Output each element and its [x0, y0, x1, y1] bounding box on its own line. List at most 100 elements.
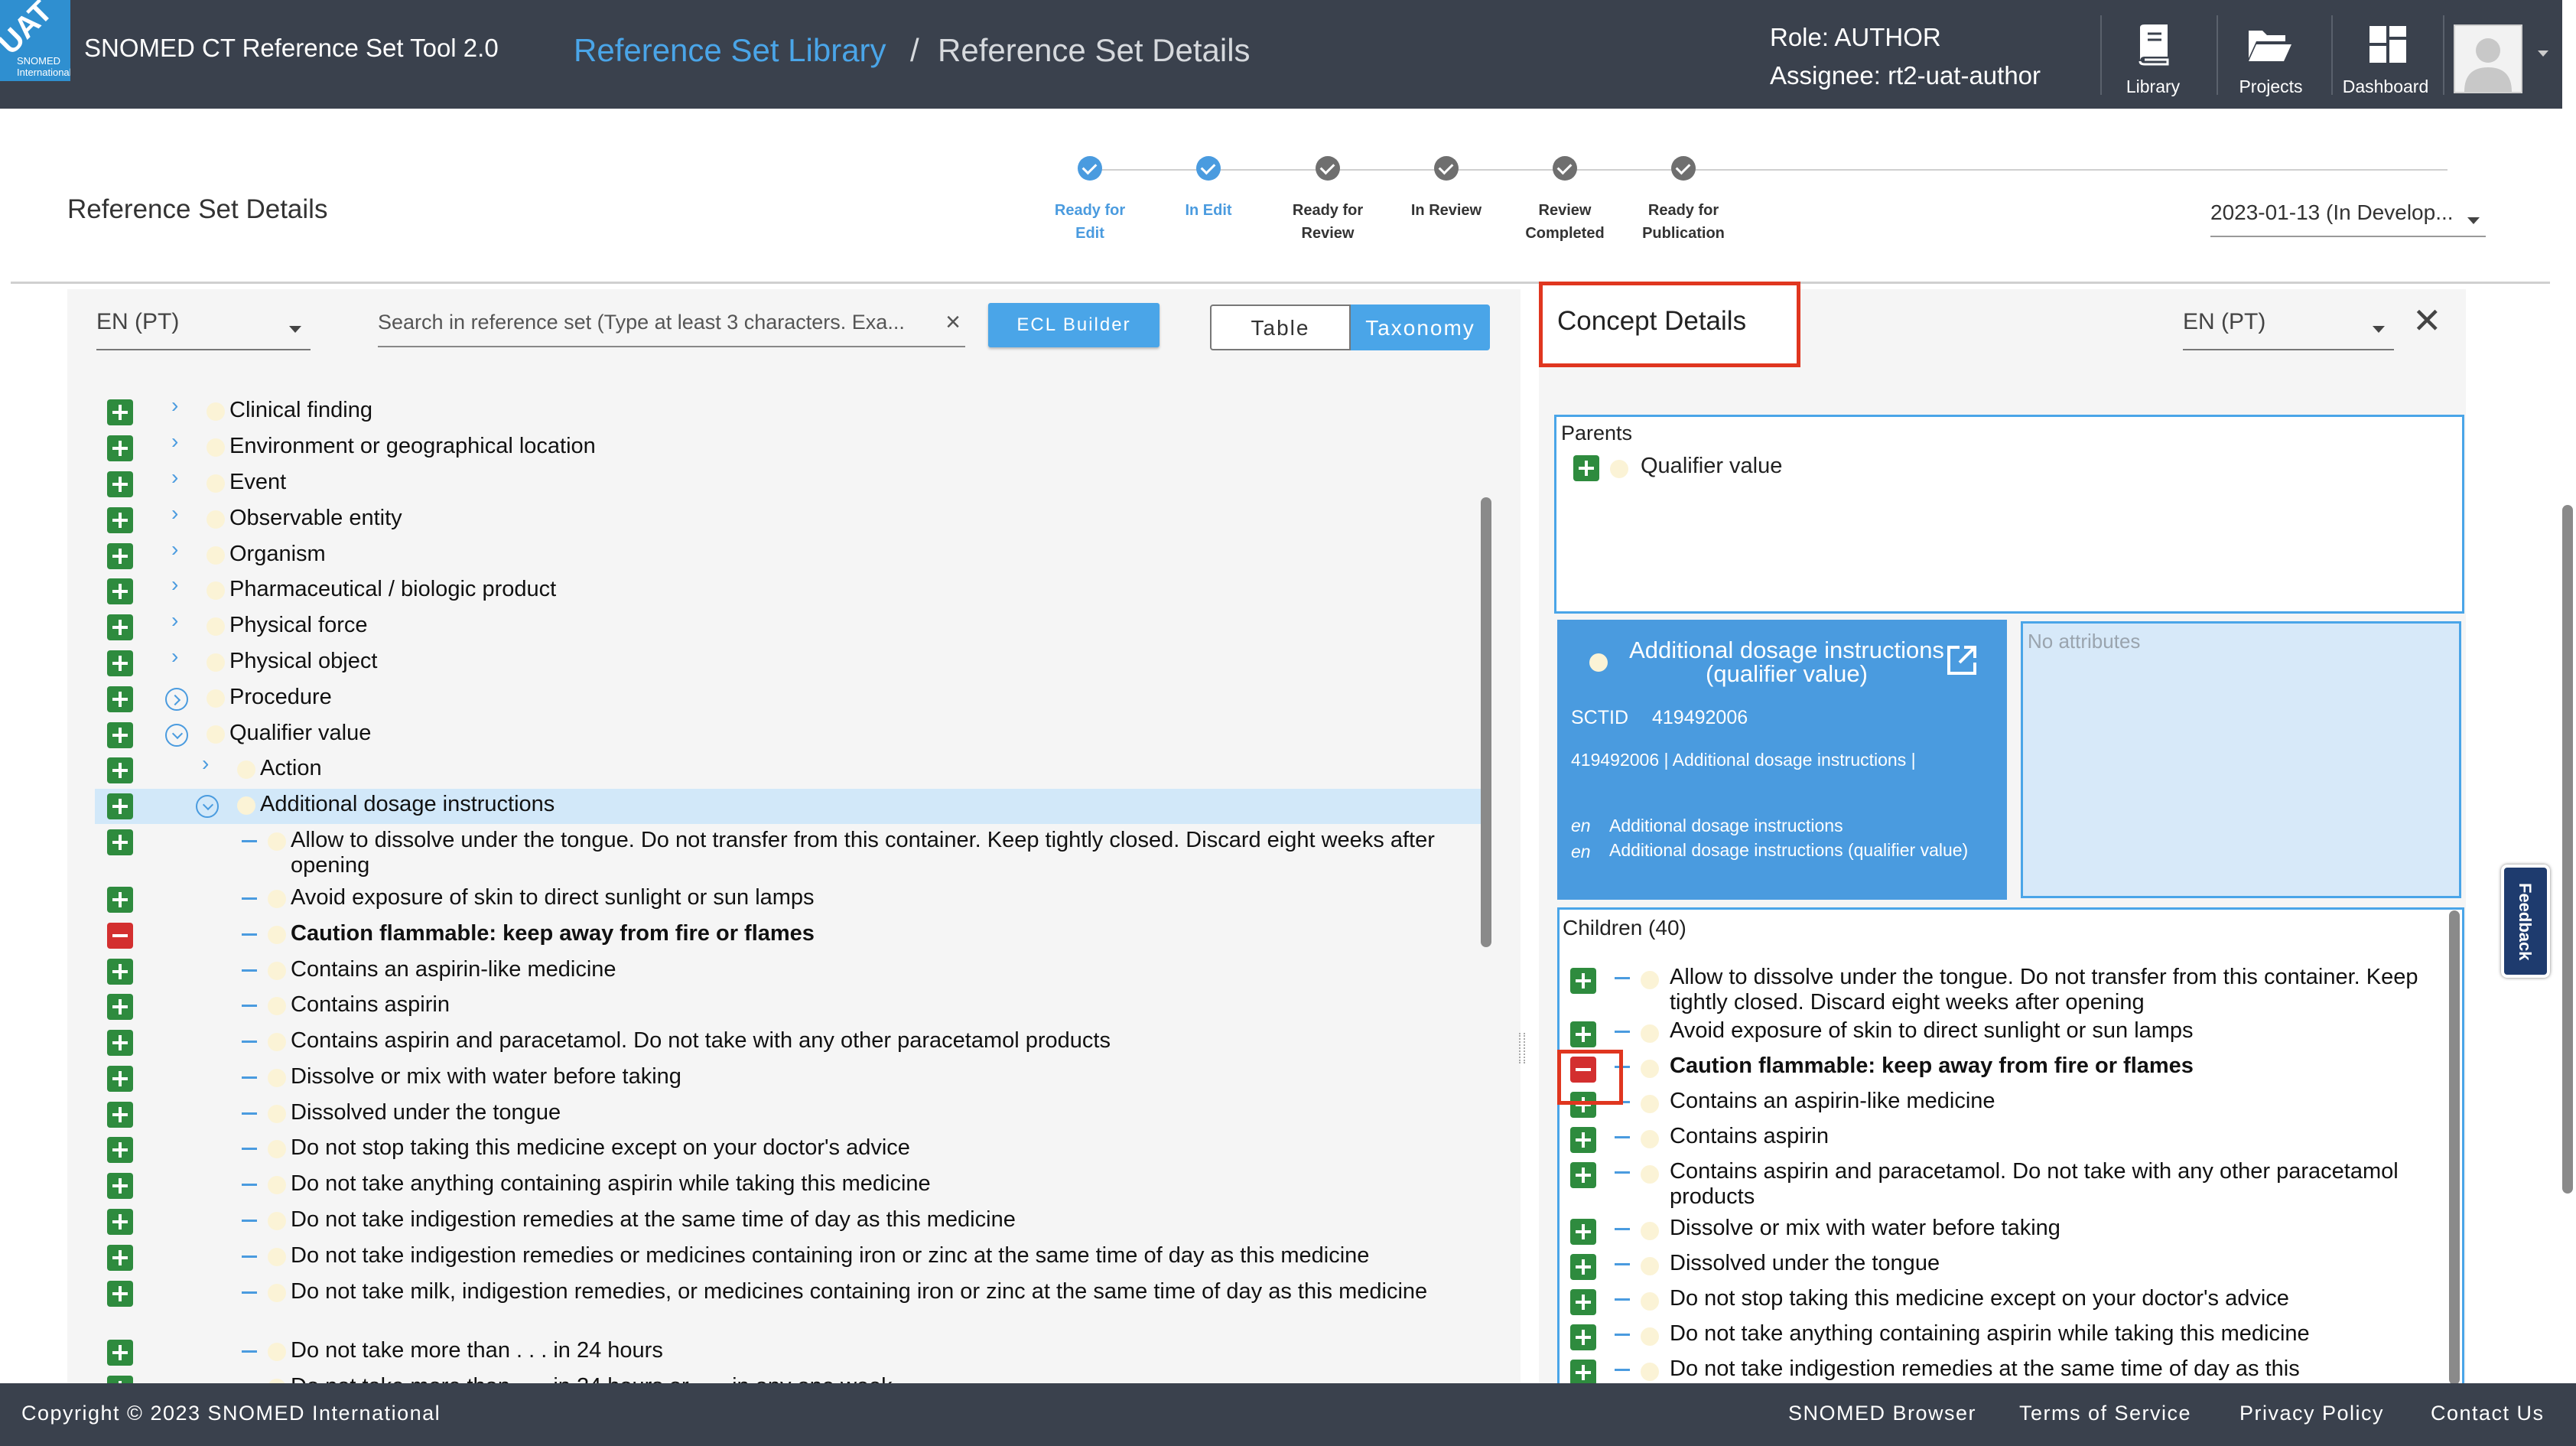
tree-row[interactable]: Do not take indigestion remedies or medi… [95, 1240, 1482, 1275]
tree-row[interactable]: Contains an aspirin-like medicine [95, 954, 1482, 989]
child-row[interactable]: Avoid exposure of skin to direct sunligh… [1560, 1017, 2447, 1050]
chevron-right-icon[interactable]: › [171, 537, 178, 562]
chevron-right-icon[interactable]: › [171, 644, 178, 669]
tree-row[interactable]: Do not take milk, indigestion remedies, … [95, 1276, 1482, 1333]
concept-label[interactable]: Dissolved under the tongue [291, 1100, 561, 1125]
add-icon[interactable] [107, 959, 133, 985]
add-icon[interactable] [107, 757, 133, 783]
nav-dashboard-button[interactable]: Dashboard [2336, 18, 2435, 98]
child-row[interactable]: Do not stop taking this medicine except … [1560, 1285, 2447, 1318]
add-icon[interactable] [107, 1030, 133, 1056]
avatar-dropdown-icon[interactable] [2538, 50, 2548, 57]
chevron-right-icon[interactable]: › [171, 608, 178, 633]
child-row[interactable]: Dissolved under the tongue [1560, 1249, 2447, 1283]
chevron-right-icon[interactable]: › [171, 465, 178, 490]
add-icon[interactable] [107, 543, 133, 569]
add-icon[interactable] [107, 1102, 133, 1128]
clear-search-icon[interactable]: × [945, 308, 961, 337]
add-icon[interactable] [107, 435, 133, 461]
add-icon[interactable] [1570, 1254, 1596, 1280]
footer-link-terms[interactable]: Terms of Service [2019, 1402, 2191, 1425]
concept-label[interactable]: Caution flammable: keep away from fire o… [291, 921, 815, 946]
tree-row[interactable]: Allow to dissolve under the tongue. Do n… [95, 825, 1482, 881]
tree-row[interactable]: › Observable entity [95, 501, 1482, 538]
add-icon[interactable] [107, 1340, 133, 1366]
concept-label[interactable]: Physical force [229, 613, 368, 638]
child-row[interactable]: Allow to dissolve under the tongue. Do n… [1560, 963, 2447, 1014]
add-icon[interactable] [107, 1137, 133, 1163]
chevron-right-icon[interactable]: › [171, 501, 178, 526]
concept-label[interactable]: Dissolve or mix with water before taking [291, 1064, 681, 1089]
add-icon[interactable] [107, 994, 133, 1020]
concept-label[interactable]: Procedure [229, 685, 332, 710]
panel-splitter-handle[interactable] [1519, 1033, 1525, 1063]
concept-label[interactable]: Contains aspirin [291, 992, 450, 1018]
remove-icon[interactable] [107, 923, 133, 949]
add-icon[interactable] [1570, 968, 1596, 994]
footer-link-snomed-browser[interactable]: SNOMED Browser [1788, 1402, 1976, 1425]
add-icon[interactable] [107, 614, 133, 640]
concept-label[interactable]: Allow to dissolve under the tongue. Do n… [291, 828, 1453, 878]
child-row[interactable]: Contains aspirin [1560, 1122, 2447, 1156]
concept-label[interactable]: Do not take more than . . . in 24 hours [291, 1338, 663, 1363]
tree-row[interactable]: Qualifier value [95, 718, 1482, 753]
view-taxonomy-toggle[interactable]: Taxonomy [1351, 305, 1490, 350]
child-concept-label[interactable]: Contains an aspirin-like medicine [1670, 1089, 1995, 1114]
add-icon[interactable] [107, 793, 133, 819]
concept-label[interactable]: Do not take indigestion remedies at the … [291, 1207, 1016, 1233]
concept-label[interactable]: Avoid exposure of skin to direct sunligh… [291, 885, 815, 910]
add-icon[interactable] [107, 399, 133, 425]
search-input[interactable]: Search in reference set (Type at least 3… [378, 300, 965, 347]
tree-row[interactable]: › Physical object [95, 644, 1482, 681]
concept-label[interactable]: Additional dosage instructions [260, 792, 555, 817]
tree-row[interactable]: Procedure [95, 682, 1482, 717]
concept-label[interactable]: Qualifier value [229, 721, 371, 746]
child-row[interactable]: Do not take anything containing aspirin … [1560, 1320, 2447, 1353]
add-icon[interactable] [107, 471, 133, 497]
collapse-icon[interactable] [196, 795, 219, 818]
add-icon[interactable] [1570, 1289, 1596, 1315]
add-icon[interactable] [1570, 1360, 1596, 1383]
tree-row[interactable]: Caution flammable: keep away from fire o… [95, 918, 1482, 953]
chevron-right-icon[interactable]: › [171, 393, 178, 418]
add-icon[interactable] [107, 1245, 133, 1271]
close-icon[interactable]: ✕ [2412, 303, 2442, 338]
add-icon[interactable] [107, 578, 133, 604]
tree-row[interactable]: › Environment or geographical location [95, 429, 1482, 466]
add-icon[interactable] [1573, 455, 1599, 481]
ecl-builder-button[interactable]: ECL Builder [988, 303, 1160, 347]
tree-row[interactable]: › Clinical finding [95, 393, 1482, 430]
tree-row[interactable]: › Pharmaceutical / biologic product [95, 572, 1482, 609]
concept-label[interactable]: Do not take milk, indigestion remedies, … [291, 1279, 1453, 1304]
expand-icon[interactable] [165, 688, 188, 711]
concept-label[interactable]: Contains an aspirin-like medicine [291, 957, 616, 982]
tree-row[interactable]: Do not stop taking this medicine except … [95, 1132, 1482, 1168]
add-icon[interactable] [107, 507, 133, 533]
snomed-logo[interactable]: UAT SNOMED International [0, 0, 70, 81]
nav-library-button[interactable]: Library [2103, 18, 2203, 98]
concept-label[interactable]: Event [229, 470, 286, 495]
child-concept-label[interactable]: Do not take anything containing aspirin … [1670, 1321, 2310, 1347]
add-icon[interactable] [107, 1066, 133, 1092]
add-icon[interactable] [1570, 1219, 1596, 1245]
breadcrumb-library-link[interactable]: Reference Set Library [574, 32, 886, 69]
add-icon[interactable] [1570, 1127, 1596, 1153]
concept-label[interactable]: Organism [229, 542, 326, 567]
child-row[interactable]: Contains an aspirin-like medicine [1560, 1087, 2447, 1121]
children-scrollbar[interactable] [2449, 910, 2460, 1385]
concept-language-select[interactable]: EN (PT) [2183, 303, 2394, 350]
tree-row[interactable]: Do not take more than . . . in 24 hours [95, 1335, 1482, 1370]
page-scrollbar[interactable] [2562, 505, 2573, 1194]
child-concept-label[interactable]: Contains aspirin and paracetamol. Do not… [1670, 1159, 2442, 1210]
chevron-right-icon[interactable]: › [171, 429, 178, 454]
add-icon[interactable] [107, 887, 133, 913]
tree-row[interactable]: Do not take indigestion remedies at the … [95, 1204, 1482, 1239]
concept-label[interactable]: Do not take indigestion remedies or medi… [291, 1243, 1369, 1269]
child-concept-label[interactable]: Dissolved under the tongue [1670, 1251, 1940, 1276]
concept-label[interactable]: Clinical finding [229, 398, 372, 423]
add-icon[interactable] [107, 686, 133, 712]
chevron-right-icon[interactable]: › [171, 572, 178, 597]
collapse-icon[interactable] [165, 724, 188, 747]
nav-projects-button[interactable]: Projects [2221, 18, 2321, 98]
tree-row[interactable]: Dissolved under the tongue [95, 1097, 1482, 1132]
